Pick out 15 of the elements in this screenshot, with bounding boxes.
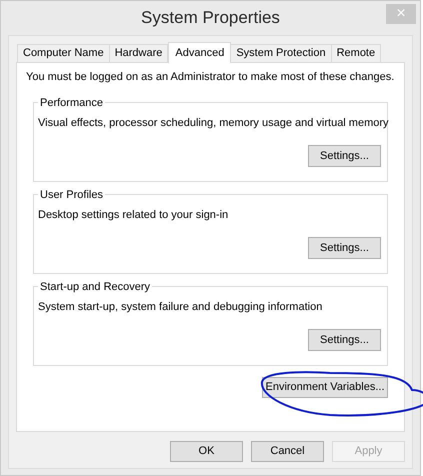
dialog-button[interactable]: OK	[170, 441, 243, 462]
dialog-button[interactable]: Cancel	[251, 441, 324, 462]
settings-button[interactable]: Settings...	[308, 237, 381, 259]
notice-text: You must be logged on as an Administrator to make most of these changes.	[26, 70, 395, 85]
group-description: Visual effects, processor scheduling, memory usage and virtual memory	[38, 116, 389, 130]
group-description: Desktop settings related to your sign-in	[38, 208, 228, 222]
tab[interactable]: Hardware	[108, 44, 168, 62]
tab[interactable]: Remote	[330, 44, 382, 62]
settings-button[interactable]: Settings...	[308, 329, 381, 351]
tab[interactable]: Advanced	[168, 42, 232, 63]
settings-button[interactable]: Settings...	[308, 145, 381, 167]
group-description: System start-up, system failure and debugging information	[38, 300, 322, 314]
tab[interactable]: Computer Name	[17, 44, 110, 62]
environment-variables-button[interactable]: Environment Variables...	[262, 376, 388, 398]
window-title: System Properties	[141, 7, 280, 30]
